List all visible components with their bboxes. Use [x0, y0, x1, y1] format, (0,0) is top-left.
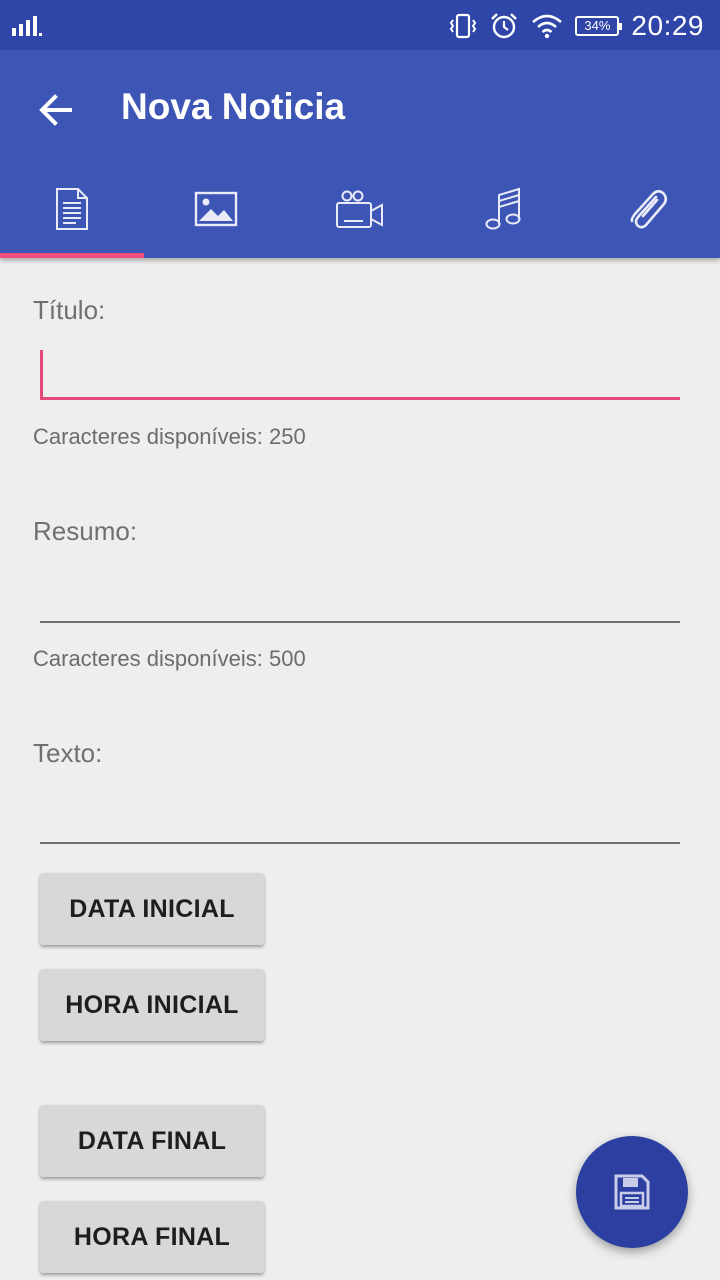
- signal-icon: [12, 16, 42, 36]
- page-title: Nova Noticia: [121, 86, 346, 127]
- texto-input[interactable]: [40, 794, 680, 844]
- music-icon: [485, 187, 521, 230]
- document-icon: [56, 188, 88, 230]
- arrow-left-icon: [39, 94, 72, 126]
- app-bar: Nova Noticia: [0, 50, 720, 258]
- back-button[interactable]: [30, 84, 82, 136]
- floppy-save-icon: [614, 1174, 650, 1210]
- battery-level: 34%: [584, 18, 611, 33]
- battery-icon: 34%: [575, 16, 623, 36]
- tab-audio[interactable]: [432, 160, 576, 258]
- image-icon: [194, 191, 238, 227]
- titulo-input[interactable]: [40, 350, 680, 400]
- hora-final-button[interactable]: HORA FINAL: [40, 1201, 264, 1273]
- clock: 20:29: [631, 10, 704, 41]
- text-cursor: [40, 350, 43, 398]
- status-bar: 34% 20:29: [0, 0, 720, 50]
- texto-label: Texto:: [33, 738, 103, 768]
- tab-image[interactable]: [144, 160, 288, 258]
- tab-attachment[interactable]: [576, 160, 720, 258]
- attachment-icon: [630, 189, 668, 229]
- titulo-label: Título:: [33, 295, 106, 325]
- titulo-char-counter: Caracteres disponíveis: 250: [33, 424, 306, 449]
- wifi-icon: [532, 14, 563, 39]
- resumo-label: Resumo:: [33, 516, 138, 546]
- tab-text[interactable]: [0, 160, 144, 258]
- hora-inicial-button[interactable]: HORA INICIAL: [40, 969, 264, 1041]
- tab-bar: [0, 160, 720, 258]
- resumo-input[interactable]: [40, 573, 680, 623]
- tab-video[interactable]: [288, 160, 432, 258]
- resumo-char-counter: Caracteres disponíveis: 500: [33, 646, 306, 671]
- data-final-button[interactable]: DATA FINAL: [40, 1105, 264, 1177]
- save-fab[interactable]: [576, 1136, 688, 1248]
- data-inicial-button[interactable]: DATA INICIAL: [40, 873, 264, 945]
- video-camera-icon: [336, 190, 383, 228]
- vibrate-icon: [450, 13, 477, 39]
- alarm-icon: [491, 13, 518, 39]
